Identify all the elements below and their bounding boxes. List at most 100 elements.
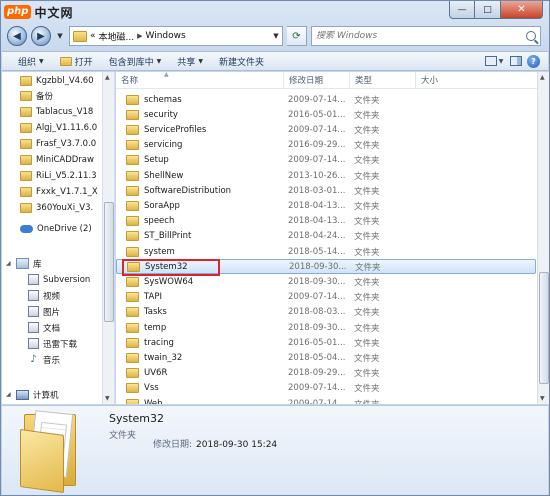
file-name: SysWOW64: [144, 276, 194, 287]
search-box[interactable]: [311, 26, 541, 46]
file-scrollbar[interactable]: ▲ ▼: [537, 72, 549, 404]
help-icon[interactable]: ?: [527, 54, 540, 68]
file-scroll-thumb[interactable]: [539, 272, 549, 384]
scroll-down-icon[interactable]: ▼: [540, 395, 545, 402]
chevron-down-icon: ▼: [198, 57, 203, 65]
table-row[interactable]: servicing 2016-09-29... 文件夹: [116, 138, 536, 153]
share-button[interactable]: 共享 ▼: [169, 52, 211, 70]
expand-icon[interactable]: ◢: [6, 391, 12, 398]
table-row[interactable]: ST_BillPrint 2018-04-24... 文件夹: [116, 229, 536, 244]
column-header-modified[interactable]: 修改日期: [284, 72, 350, 88]
file-name-cell: twain_32: [126, 352, 286, 363]
change-view-button[interactable]: ▼: [483, 53, 505, 69]
organize-label: 组织: [18, 57, 37, 68]
preview-pane-icon: [510, 56, 522, 66]
file-type: 文件夹: [354, 95, 380, 106]
nav-scrollbar[interactable]: ▲ ▼: [102, 72, 114, 404]
explorer-window: php 中文网 — □ ✕ ◀ ▶ ▼ « 本地磁... ▶ Windows ▼…: [0, 0, 550, 496]
expand-icon[interactable]: ◢: [6, 260, 12, 267]
history-dropdown[interactable]: ▼: [55, 32, 65, 40]
nav-item-library-child[interactable]: 文档: [28, 320, 60, 335]
table-row[interactable]: SoftwareDistribution 2018-03-01... 文件夹: [116, 183, 536, 198]
nav-item-library-child[interactable]: 图片: [28, 304, 60, 319]
folder-icon: [126, 337, 139, 348]
table-row[interactable]: schemas 2009-07-14... 文件夹: [116, 92, 536, 107]
close-button[interactable]: ✕: [501, 1, 543, 19]
navigation-pane: Kgzbbl_V4.60 备份 Tablacus_V18 Algj_V1.11.…: [2, 72, 115, 404]
column-header-name[interactable]: ▲ 名称: [116, 72, 284, 88]
nav-item-library-child[interactable]: 视频: [28, 288, 60, 303]
search-input[interactable]: [316, 31, 486, 41]
file-name: SoftwareDistribution: [144, 185, 232, 196]
forward-button[interactable]: ▶: [31, 26, 51, 46]
nav-item[interactable]: RiLi_V5.2.11.3: [20, 168, 97, 183]
table-row[interactable]: ServiceProfiles 2009-07-14... 文件夹: [116, 122, 536, 137]
file-type: 文件夹: [354, 338, 380, 349]
table-row[interactable]: Tasks 2018-08-03... 文件夹: [116, 305, 536, 320]
file-type: 文件夹: [354, 353, 380, 364]
search-icon[interactable]: [526, 31, 536, 41]
nav-item-label: Tablacus_V18: [36, 106, 94, 117]
table-row[interactable]: temp 2018-09-30... 文件夹: [116, 320, 536, 335]
minimize-button[interactable]: —: [449, 1, 475, 19]
nav-item-computer[interactable]: ◢ 计算机: [6, 387, 59, 402]
table-row-selected[interactable]: System32 2018-09-30... 文件夹: [116, 259, 536, 277]
table-row[interactable]: SysWOW64 2018-09-30... 文件夹: [116, 274, 536, 289]
nav-item[interactable]: Tablacus_V18: [20, 104, 93, 119]
nav-item[interactable]: Algj_V1.11.6.0: [20, 120, 97, 135]
table-row[interactable]: system 2018-05-14... 文件夹: [116, 244, 536, 259]
table-row[interactable]: SoraApp 2018-04-13... 文件夹: [116, 198, 536, 213]
breadcrumb-overflow[interactable]: «: [90, 31, 96, 41]
file-type: 文件夹: [354, 171, 380, 182]
refresh-button[interactable]: ⟳: [287, 26, 307, 46]
address-bar[interactable]: « 本地磁... ▶ Windows ▼: [69, 26, 283, 46]
file-name-cell: temp: [126, 322, 286, 333]
column-header-type[interactable]: 类型: [350, 72, 416, 88]
include-in-library-button[interactable]: 包含到库中 ▼: [101, 52, 170, 70]
nav-item[interactable]: Frasf_V3.7.0.0: [20, 136, 96, 151]
nav-item[interactable]: 备份: [20, 88, 53, 103]
table-row[interactable]: twain_32 2018-05-04... 文件夹: [116, 350, 536, 365]
file-date: 2018-04-13...: [288, 200, 346, 211]
file-date: 2018-05-04...: [288, 352, 346, 363]
table-row[interactable]: Setup 2009-07-14... 文件夹: [116, 153, 536, 168]
nav-item-onedrive[interactable]: OneDrive (2): [20, 221, 92, 236]
nav-item-library-child[interactable]: 迅雷下载: [28, 336, 77, 351]
nav-item-library-child[interactable]: Subversion: [28, 272, 90, 287]
folder-icon: [126, 292, 139, 303]
new-folder-button[interactable]: 新建文件夹: [211, 52, 272, 70]
nav-item[interactable]: 360YouXi_V3.: [20, 200, 93, 215]
file-name: Tasks: [144, 307, 167, 318]
table-row[interactable]: security 2016-05-01... 文件夹: [116, 107, 536, 122]
scroll-down-icon[interactable]: ▼: [105, 395, 110, 402]
table-row[interactable]: TAPI 2009-07-14... 文件夹: [116, 290, 536, 305]
open-button[interactable]: 打开: [52, 52, 101, 70]
nav-item[interactable]: MiniCADDraw: [20, 152, 94, 167]
organize-button[interactable]: 组织 ▼: [10, 52, 52, 70]
table-row[interactable]: Vss 2009-07-14... 文件夹: [116, 381, 536, 396]
nav-item[interactable]: Kgzbbl_V4.60: [20, 73, 94, 88]
table-row[interactable]: speech 2018-04-13... 文件夹: [116, 214, 536, 229]
breadcrumb-windows[interactable]: Windows: [146, 31, 186, 41]
back-button[interactable]: ◀: [7, 26, 27, 46]
table-row[interactable]: UV6R 2018-09-29... 文件夹: [116, 366, 536, 381]
file-date: 2018-09-30...: [289, 261, 347, 272]
table-row[interactable]: Web 2009-07-14... 文件夹: [116, 396, 536, 404]
nav-item-library-child[interactable]: ♪ 音乐: [28, 352, 60, 367]
breadcrumb-drive[interactable]: 本地磁...: [99, 30, 135, 43]
address-dropdown-icon[interactable]: ▼: [270, 32, 282, 40]
nav-scroll-thumb[interactable]: [104, 202, 114, 322]
folder-icon: [126, 216, 139, 227]
scroll-up-icon[interactable]: ▲: [105, 74, 110, 81]
scroll-up-icon[interactable]: ▲: [540, 74, 545, 81]
column-header-size[interactable]: 大小: [416, 72, 476, 88]
table-row[interactable]: tracing 2016-05-01... 文件夹: [116, 335, 536, 350]
table-row[interactable]: ShellNew 2013-10-26... 文件夹: [116, 168, 536, 183]
nav-item[interactable]: Fxxk_V1.7.1_X: [20, 184, 98, 199]
nav-item-library[interactable]: ◢ 库: [6, 256, 42, 271]
folder-icon: [20, 122, 32, 133]
maximize-button[interactable]: □: [475, 1, 501, 19]
file-name: Web: [144, 398, 163, 405]
chevron-right-icon[interactable]: ▶: [137, 32, 142, 40]
preview-pane-button[interactable]: [505, 53, 527, 69]
